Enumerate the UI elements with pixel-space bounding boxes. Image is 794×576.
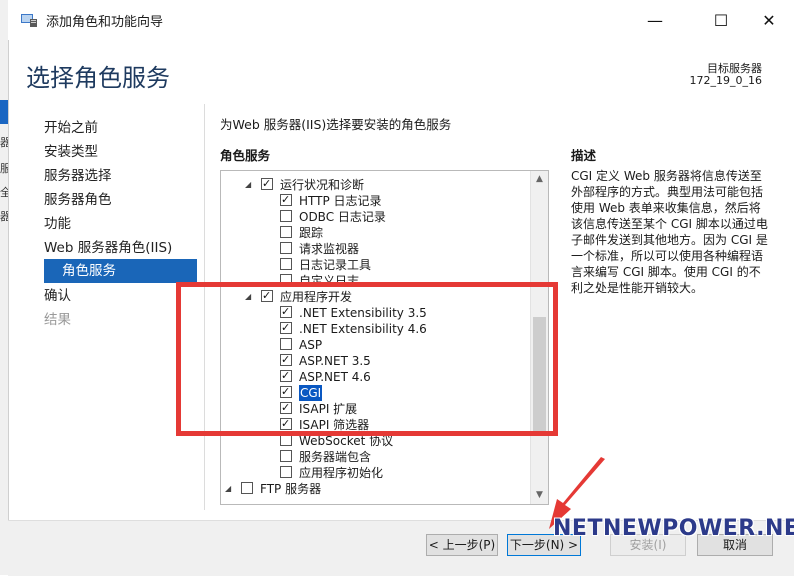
tree-item[interactable]: 跟踪	[221, 225, 521, 241]
desktop-taskbar-item	[0, 100, 8, 124]
tree-item-label: 运行状况和诊断	[280, 178, 365, 192]
annotation-highlight-box	[176, 282, 558, 436]
minimize-button[interactable]: —	[632, 0, 678, 40]
tree-item-label: 日志记录工具	[299, 258, 372, 272]
tree-item-label: 请求监视器	[299, 242, 360, 256]
tree-item-label: 服务器端包含	[299, 450, 372, 464]
tree-item-checkbox[interactable]	[261, 176, 273, 192]
server-manager-icon	[21, 14, 37, 27]
window-title: 添加角色和功能向导	[46, 15, 164, 30]
tree-item-label: HTTP 日志记录	[299, 194, 382, 208]
expand-collapse-icon[interactable]: ◢	[245, 177, 255, 193]
maximize-icon: ☐	[713, 10, 729, 30]
nav-item-web-server-role[interactable]: Web 服务器角色(IIS)	[44, 236, 172, 260]
description-text: CGI 定义 Web 服务器将信息传送至外部程序的方式。典型用法可能包括使用 W…	[571, 169, 768, 295]
page-title: 选择角色服务	[26, 64, 170, 92]
desktop-glyph: 全	[0, 186, 8, 199]
nav-item-before-you-begin[interactable]: 开始之前	[44, 116, 98, 140]
nav-item-server-selection[interactable]: 服务器选择	[44, 164, 112, 188]
nav-item-installation-type[interactable]: 安装类型	[44, 140, 98, 164]
tree-item-label: FTP 服务器	[260, 482, 322, 496]
tree-item[interactable]: ◢ 运行状况和诊断	[221, 176, 521, 193]
tree-item[interactable]: 服务器端包含	[221, 449, 521, 465]
close-icon: ✕	[762, 10, 776, 30]
desktop-glyph: 器	[0, 210, 8, 223]
tree-item-label: 跟踪	[299, 226, 324, 240]
tree-item[interactable]: HTTP 日志记录	[221, 192, 521, 209]
desktop-edge: 器 服 全 器	[0, 0, 9, 575]
tree-item-label: 应用程序初始化	[299, 466, 384, 480]
nav-item-features[interactable]: 功能	[44, 212, 71, 236]
tree-item-checkbox[interactable]	[280, 258, 292, 270]
tree-item[interactable]: 日志记录工具	[221, 257, 521, 273]
role-services-header: 角色服务	[220, 148, 271, 163]
tree-item-checkbox[interactable]	[280, 210, 292, 222]
tree-item-checkbox[interactable]	[280, 466, 292, 478]
tree-item-checkbox[interactable]	[280, 450, 292, 462]
expand-collapse-icon[interactable]: ◢	[225, 481, 235, 497]
desktop-glyph: 服	[0, 162, 8, 175]
tree-item-checkbox[interactable]	[280, 242, 292, 254]
tree-item[interactable]: ◢ FTP 服务器	[221, 481, 521, 497]
tree-item[interactable]: 请求监视器	[221, 241, 521, 257]
scroll-up-icon[interactable]: ▲	[531, 171, 548, 188]
close-button[interactable]: ✕	[746, 0, 792, 40]
desktop-glyph: 器	[0, 136, 8, 149]
tree-item[interactable]: ODBC 日志记录	[221, 209, 521, 225]
description-header: 描述	[571, 148, 597, 163]
nav-item-role-services[interactable]: 角色服务	[44, 259, 197, 283]
main-description: 为Web 服务器(IIS)选择要安装的角色服务	[220, 117, 452, 132]
maximize-button[interactable]: ☐	[698, 0, 744, 40]
watermark-text: NETNEWPOWER.NET	[553, 516, 794, 541]
tree-item-checkbox[interactable]	[241, 482, 253, 494]
tree-item-checkbox[interactable]	[280, 192, 292, 208]
tree-item-label: ODBC 日志记录	[299, 210, 386, 224]
destination-server-value: 172_19_0_16	[689, 74, 763, 87]
nav-item-confirmation[interactable]: 确认	[44, 284, 71, 308]
nav-item-server-roles[interactable]: 服务器角色	[44, 188, 112, 212]
previous-button[interactable]: < 上一步(P)	[426, 534, 498, 556]
tree-item[interactable]: 应用程序初始化	[221, 465, 521, 481]
title-bar: 添加角色和功能向导 — ☐ ✕	[8, 0, 794, 40]
minimize-icon: —	[647, 10, 663, 30]
tree-item-checkbox[interactable]	[280, 226, 292, 238]
nav-item-results: 结果	[44, 312, 71, 328]
